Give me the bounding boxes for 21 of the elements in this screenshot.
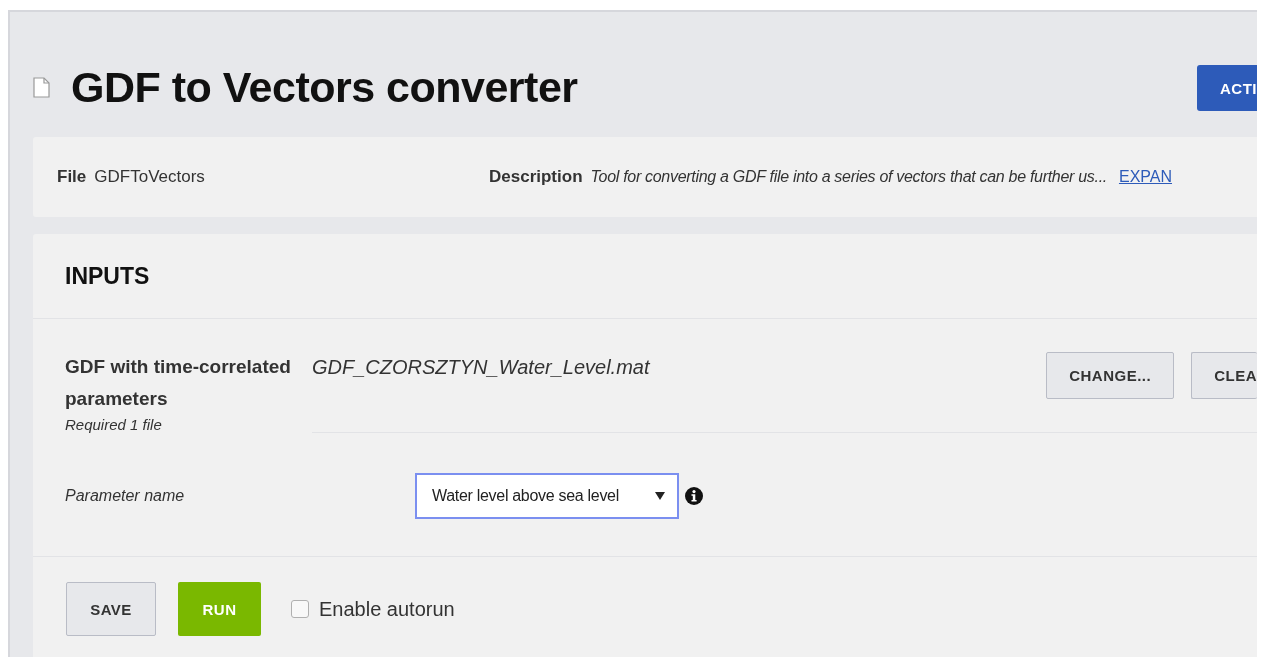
- autorun-checkbox[interactable]: [291, 600, 309, 618]
- actions-button[interactable]: ACTI: [1197, 65, 1257, 111]
- description-label: Description: [489, 167, 583, 187]
- autorun-label: Enable autorun: [319, 597, 455, 621]
- file-label: File: [57, 167, 87, 187]
- section-heading: INPUTS: [65, 262, 150, 290]
- expand-link[interactable]: EXPAN: [1118, 168, 1172, 186]
- document-icon: [33, 76, 50, 98]
- description-text: Tool for converting a GDF file into a series of vectors that can be further us...: [590, 168, 1107, 186]
- page-title: GDF to Vectors converter: [71, 62, 578, 112]
- parameter-dropdown[interactable]: Water level above sea level: [415, 473, 679, 519]
- file-name: GDF_CZORSZTYN_Water_Level.mat: [312, 356, 650, 379]
- info-icon: [685, 487, 703, 505]
- change-button[interactable]: CHANGE...: [1046, 352, 1175, 399]
- caret-icon: [655, 492, 665, 500]
- file-value: GDFToVectors: [94, 167, 205, 187]
- clear-button[interactable]: CLEA: [1191, 352, 1257, 399]
- parameter-label: Parameter name: [65, 487, 186, 505]
- required-hint: Required 1 file: [65, 415, 163, 435]
- save-button[interactable]: SAVE: [66, 582, 156, 636]
- input-label: GDF with time-correlated parameters: [65, 355, 292, 411]
